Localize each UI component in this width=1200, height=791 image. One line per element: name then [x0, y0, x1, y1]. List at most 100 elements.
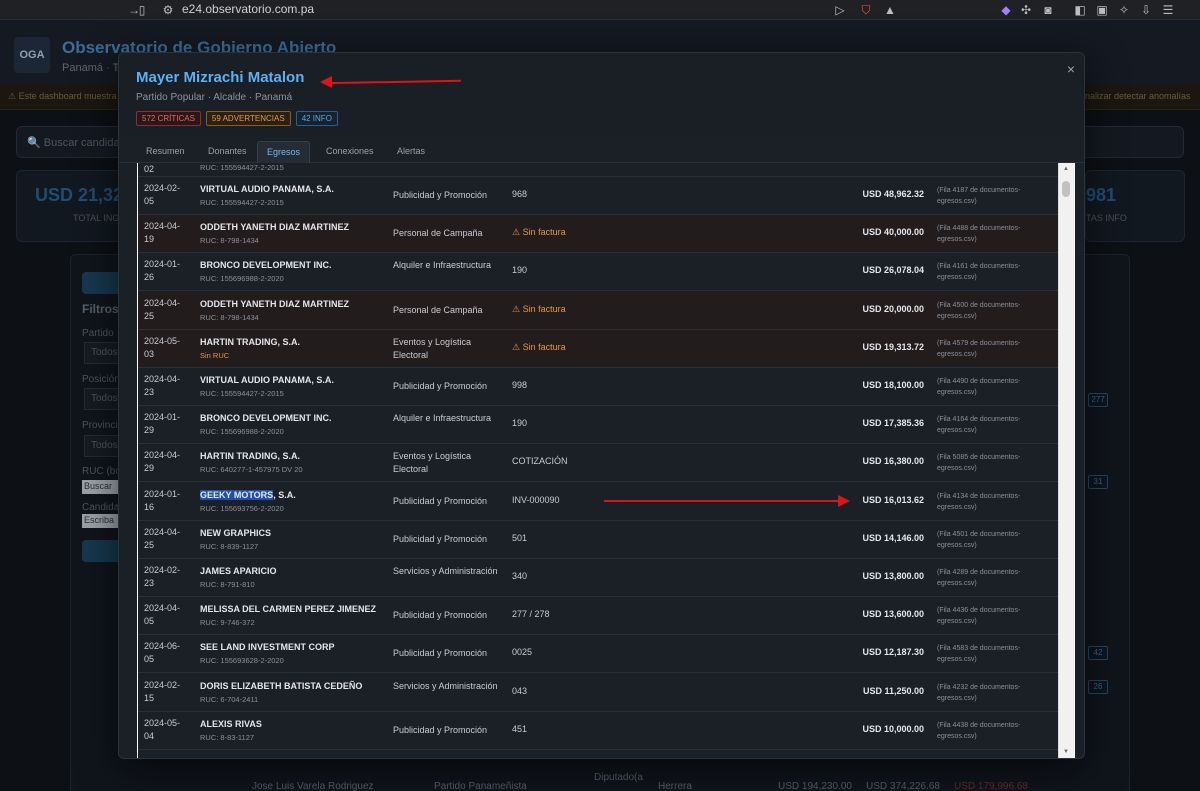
- camera-icon[interactable]: ◙: [1040, 2, 1056, 18]
- info-badge: 42 INFO: [295, 111, 338, 126]
- wallet-icon[interactable]: ▣: [1094, 2, 1110, 18]
- scroll-up-icon[interactable]: ▲: [1062, 166, 1070, 174]
- table-row[interactable]: 2024-06- 05 SEE LAND INVESTMENT CORP RUC:…: [138, 635, 1058, 674]
- tab-alertas[interactable]: Alertas: [388, 141, 434, 163]
- table-row[interactable]: 2024-04- 29 HARTIN TRADING, S.A. RUC: 640…: [138, 444, 1058, 483]
- row-ruc: RUC: 640277-1-457975 DV 20: [200, 465, 303, 475]
- sidebar-icon[interactable]: ◧: [1072, 2, 1088, 18]
- row-category: Publicidad y Promoción: [393, 724, 488, 735]
- leo-icon[interactable]: ✧: [1116, 2, 1132, 18]
- scrollbar-thumb[interactable]: [1062, 181, 1070, 197]
- row-category: Servicios y Administración: [393, 680, 498, 691]
- table-row[interactable]: 2024-04- 05 MELISSA DEL CARMEN PEREZ JIME…: [138, 597, 1058, 636]
- expenses-panel: 02 RUC: 155594427-2-2015 2024-02- 05 VIRT…: [137, 163, 1075, 758]
- count-badge: 277: [1088, 393, 1108, 407]
- bookmark-icon[interactable]: ▯: [134, 2, 150, 18]
- close-icon[interactable]: ×: [1063, 61, 1079, 77]
- row-source: (Fila 4500 de documentos-egresos.csv): [937, 301, 1021, 320]
- extension-icon[interactable]: ◆: [998, 2, 1014, 18]
- arrowhead-left: [320, 76, 332, 88]
- row-category: Alquiler e Infraestructura: [393, 413, 492, 424]
- filter-ruc-input[interactable]: Buscar: [82, 480, 122, 494]
- alert-badges: 572 CRÍTICAS 59 ADVERTENCIAS 42 INFO: [136, 111, 338, 126]
- tab-conexiones[interactable]: Conexiones: [317, 141, 383, 163]
- download-icon[interactable]: ⇩: [1138, 2, 1154, 18]
- row-value-1: USD 194,230.00: [778, 781, 852, 791]
- site-settings-icon[interactable]: ⚙: [160, 2, 176, 18]
- scroll-down-icon[interactable]: ▼: [1062, 749, 1070, 757]
- table-row[interactable]: 2024-01- 26 BRONCO DEVELOPMENT INC. RUC: …: [138, 253, 1058, 292]
- table-row[interactable]: 2024-02- 23 JAMES APARICIO RUC: 8-791-810…: [138, 559, 1058, 597]
- row-date: 2024-02- 23: [144, 565, 181, 588]
- row-amount: USD 17,385.36: [862, 418, 924, 429]
- row-vendor-name: SEE LAND INVESTMENT CORP: [200, 642, 335, 653]
- table-row[interactable]: Jose Luis Varela Rodriguez Partido Panam…: [240, 772, 1100, 791]
- table-row[interactable]: 2024-01- 29 BRONCO DEVELOPMENT INC. RUC: …: [138, 406, 1058, 445]
- address-bar[interactable]: e24.observatorio.com.pa: [182, 2, 314, 16]
- row-document: INV-000090: [512, 494, 560, 505]
- share-icon[interactable]: ▷: [832, 2, 848, 18]
- table-row[interactable]: 2024-05- 04 ALEXIS RIVAS RUC: 8-83-1127 P…: [138, 712, 1058, 750]
- row-ruc: RUC: 155594427-2-2015: [200, 389, 284, 398]
- table-row[interactable]: 2024-04- 19 ODDETH YANETH DIAZ MARTINEZ R…: [138, 215, 1058, 254]
- table-row[interactable]: 2024-04- 23 VIRTUAL AUDIO PANAMA, S.A. RU…: [138, 368, 1058, 406]
- row-document: 501: [512, 532, 528, 543]
- table-row[interactable]: 2024-05- 03 HARTIN TRADING, S.A. Sin RUC …: [138, 329, 1058, 368]
- row-source: (Fila 4161 de documentos-egresos.csv): [937, 263, 1021, 282]
- row-category: Servicios y Administración: [393, 566, 498, 576]
- tab-donantes[interactable]: Donantes: [199, 141, 256, 163]
- table-row[interactable]: 2024-04- 25 NEW GRAPHICS RUC: 8-839-1127 …: [138, 521, 1058, 559]
- table-row[interactable]: 2024-02- 15 DORIS ELIZABETH BATISTA CEDEÑ…: [138, 674, 1058, 712]
- tab-egresos[interactable]: Egresos: [257, 141, 311, 163]
- stat-label: TAS INFO: [1086, 213, 1127, 223]
- row-category: Publicidad y Promoción: [393, 533, 488, 544]
- logo: OGA: [14, 37, 50, 73]
- puzzle-icon[interactable]: ✣: [1018, 2, 1034, 18]
- row-amount: USD 16,380.00: [862, 456, 924, 467]
- row-source: (Fila 4438 de documentos-egresos.csv): [937, 721, 1021, 740]
- tab-resumen[interactable]: Resumen: [137, 141, 194, 163]
- table-row[interactable]: 2024-04- 25 ODDETH YANETH DIAZ MARTINEZ R…: [138, 291, 1058, 330]
- rewards-icon[interactable]: ▲: [882, 2, 898, 18]
- row-category: Publicidad y Promoción: [393, 648, 488, 659]
- row-ruc: RUC: 6-704-2411: [200, 694, 259, 704]
- row-amount: USD 40,000.00: [862, 227, 924, 238]
- row-category: Publicidad y Promoción: [393, 610, 488, 621]
- table-row[interactable]: 2024-02- 05 VIRTUAL AUDIO PANAMA, S.A. RU…: [138, 177, 1058, 215]
- row-amount: USD 19,313.72: [862, 341, 924, 352]
- scrollbar[interactable]: ▲ ▼: [1058, 163, 1074, 758]
- warning-text: ⚠ Este dashboard muestra: [8, 91, 117, 101]
- row-date: 2024-04- 25: [144, 526, 181, 550]
- row-vendor-name: HARTIN TRADING, S.A.: [200, 336, 300, 347]
- row-ruc: RUC: 8-791-810: [200, 580, 255, 589]
- candidate-modal: Mayer Mizrachi Matalon Partido Popular ·…: [118, 52, 1085, 759]
- row-ruc: RUC: 8-839-1127: [200, 541, 259, 551]
- row-ruc: Sin RUC: [200, 350, 230, 360]
- row-document: 998: [512, 380, 528, 390]
- row-date: 2024-04- 23: [144, 374, 181, 397]
- row-amount: USD 10,000.00: [862, 723, 924, 734]
- row-amount: USD 12,187.30: [862, 647, 924, 658]
- row-amount: USD 13,600.00: [862, 609, 924, 620]
- row-category: Eventos y Logística Electoral: [393, 451, 472, 475]
- row-vendor-name: VIRTUAL AUDIO PANAMA, S.A.: [200, 375, 334, 385]
- menu-icon[interactable]: ☰: [1160, 2, 1176, 18]
- shield-icon[interactable]: ⛉: [858, 2, 874, 18]
- row-ruc: RUC: 8-83-1127: [200, 732, 255, 742]
- filter-candidato-label: Candida: [82, 502, 120, 513]
- row-document: 968: [512, 189, 528, 199]
- annotation-arrow-amount: [604, 500, 839, 502]
- filter-toggle-button[interactable]: [82, 272, 122, 294]
- count-badge: 26: [1088, 680, 1108, 694]
- row-date: 2024-01- 16: [144, 488, 181, 512]
- row-amount: USD 11,250.00: [862, 685, 924, 696]
- row-document: 190: [512, 418, 528, 429]
- row-amount: USD 13,800.00: [862, 571, 924, 581]
- table-row[interactable]: 02 RUC: 155594427-2-2015: [138, 163, 1058, 177]
- row-ruc: RUC: 155594427-2-2015: [200, 198, 284, 207]
- filter-candidato-input[interactable]: Escriba: [82, 514, 122, 528]
- row-category: Publicidad y Promoción: [393, 495, 488, 506]
- apply-filters-button[interactable]: [82, 540, 122, 562]
- row-document: 190: [512, 265, 528, 276]
- table-row[interactable]: 2024-01- 16 GEEKY MOTORS, S.A. RUC: 15569…: [138, 483, 1058, 521]
